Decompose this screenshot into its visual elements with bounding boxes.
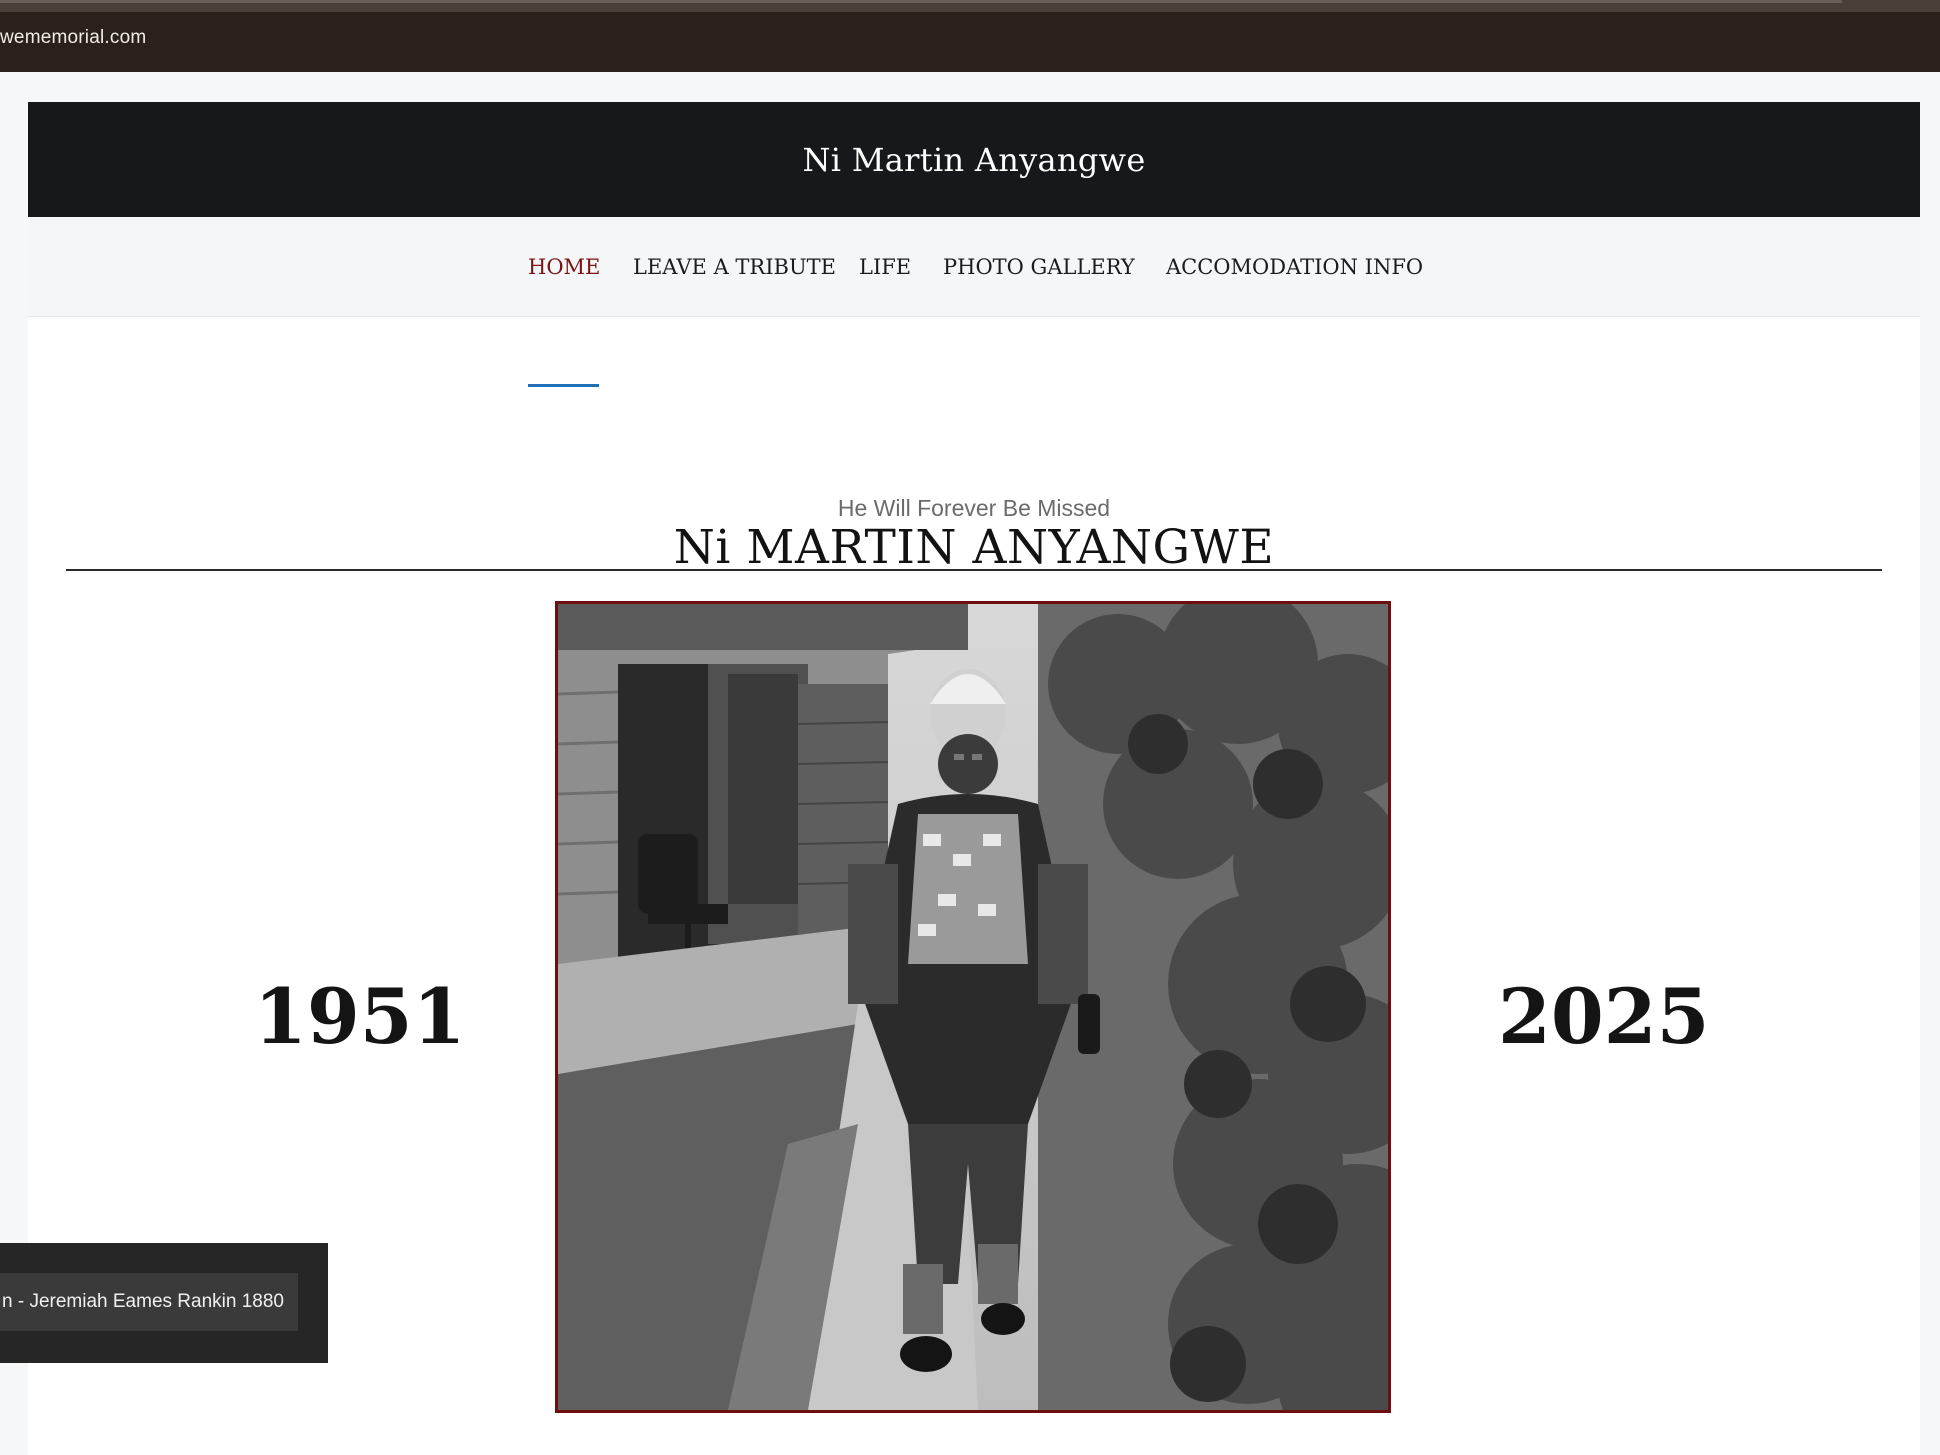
memorial-portrait-photo bbox=[555, 601, 1391, 1413]
nav-life[interactable]: LIFE bbox=[859, 252, 911, 282]
nav-accomodation-info[interactable]: ACCOMODATION INFO bbox=[1166, 252, 1423, 282]
site-title[interactable]: Ni Martin Anyangwe bbox=[802, 141, 1145, 179]
address-bar-url[interactable]: wememorial.com bbox=[0, 24, 146, 52]
memorial-name-heading: Ni MARTIN ANYANGWE bbox=[673, 520, 1275, 575]
nav-photo-gallery[interactable]: PHOTO GALLERY bbox=[943, 252, 1135, 282]
nav-home[interactable]: HOME bbox=[528, 252, 600, 282]
heading-divider bbox=[66, 569, 1882, 571]
browser-toolbar: wememorial.com bbox=[0, 0, 1940, 72]
nav-leave-a-tribute[interactable]: LEAVE A TRIBUTE bbox=[633, 252, 836, 282]
browser-tab-strip bbox=[0, 0, 1940, 12]
birth-year: 1951 bbox=[254, 972, 466, 1061]
portrait-illustration bbox=[558, 604, 1388, 1410]
nav-home-underline bbox=[528, 384, 599, 387]
media-tooltip: n - Jeremiah Eames Rankin 1880 bbox=[0, 1243, 328, 1363]
memorial-subtitle: He Will Forever Be Missed bbox=[837, 495, 1111, 521]
tooltip-text[interactable]: n - Jeremiah Eames Rankin 1880 bbox=[0, 1273, 298, 1331]
death-year: 2025 bbox=[1498, 972, 1710, 1061]
site-header: Ni Martin Anyangwe bbox=[28, 102, 1920, 217]
tab-strip-edge bbox=[0, 0, 1842, 3]
main-navigation: HOME LEAVE A TRIBUTE LIFE PHOTO GALLERY … bbox=[28, 217, 1920, 387]
